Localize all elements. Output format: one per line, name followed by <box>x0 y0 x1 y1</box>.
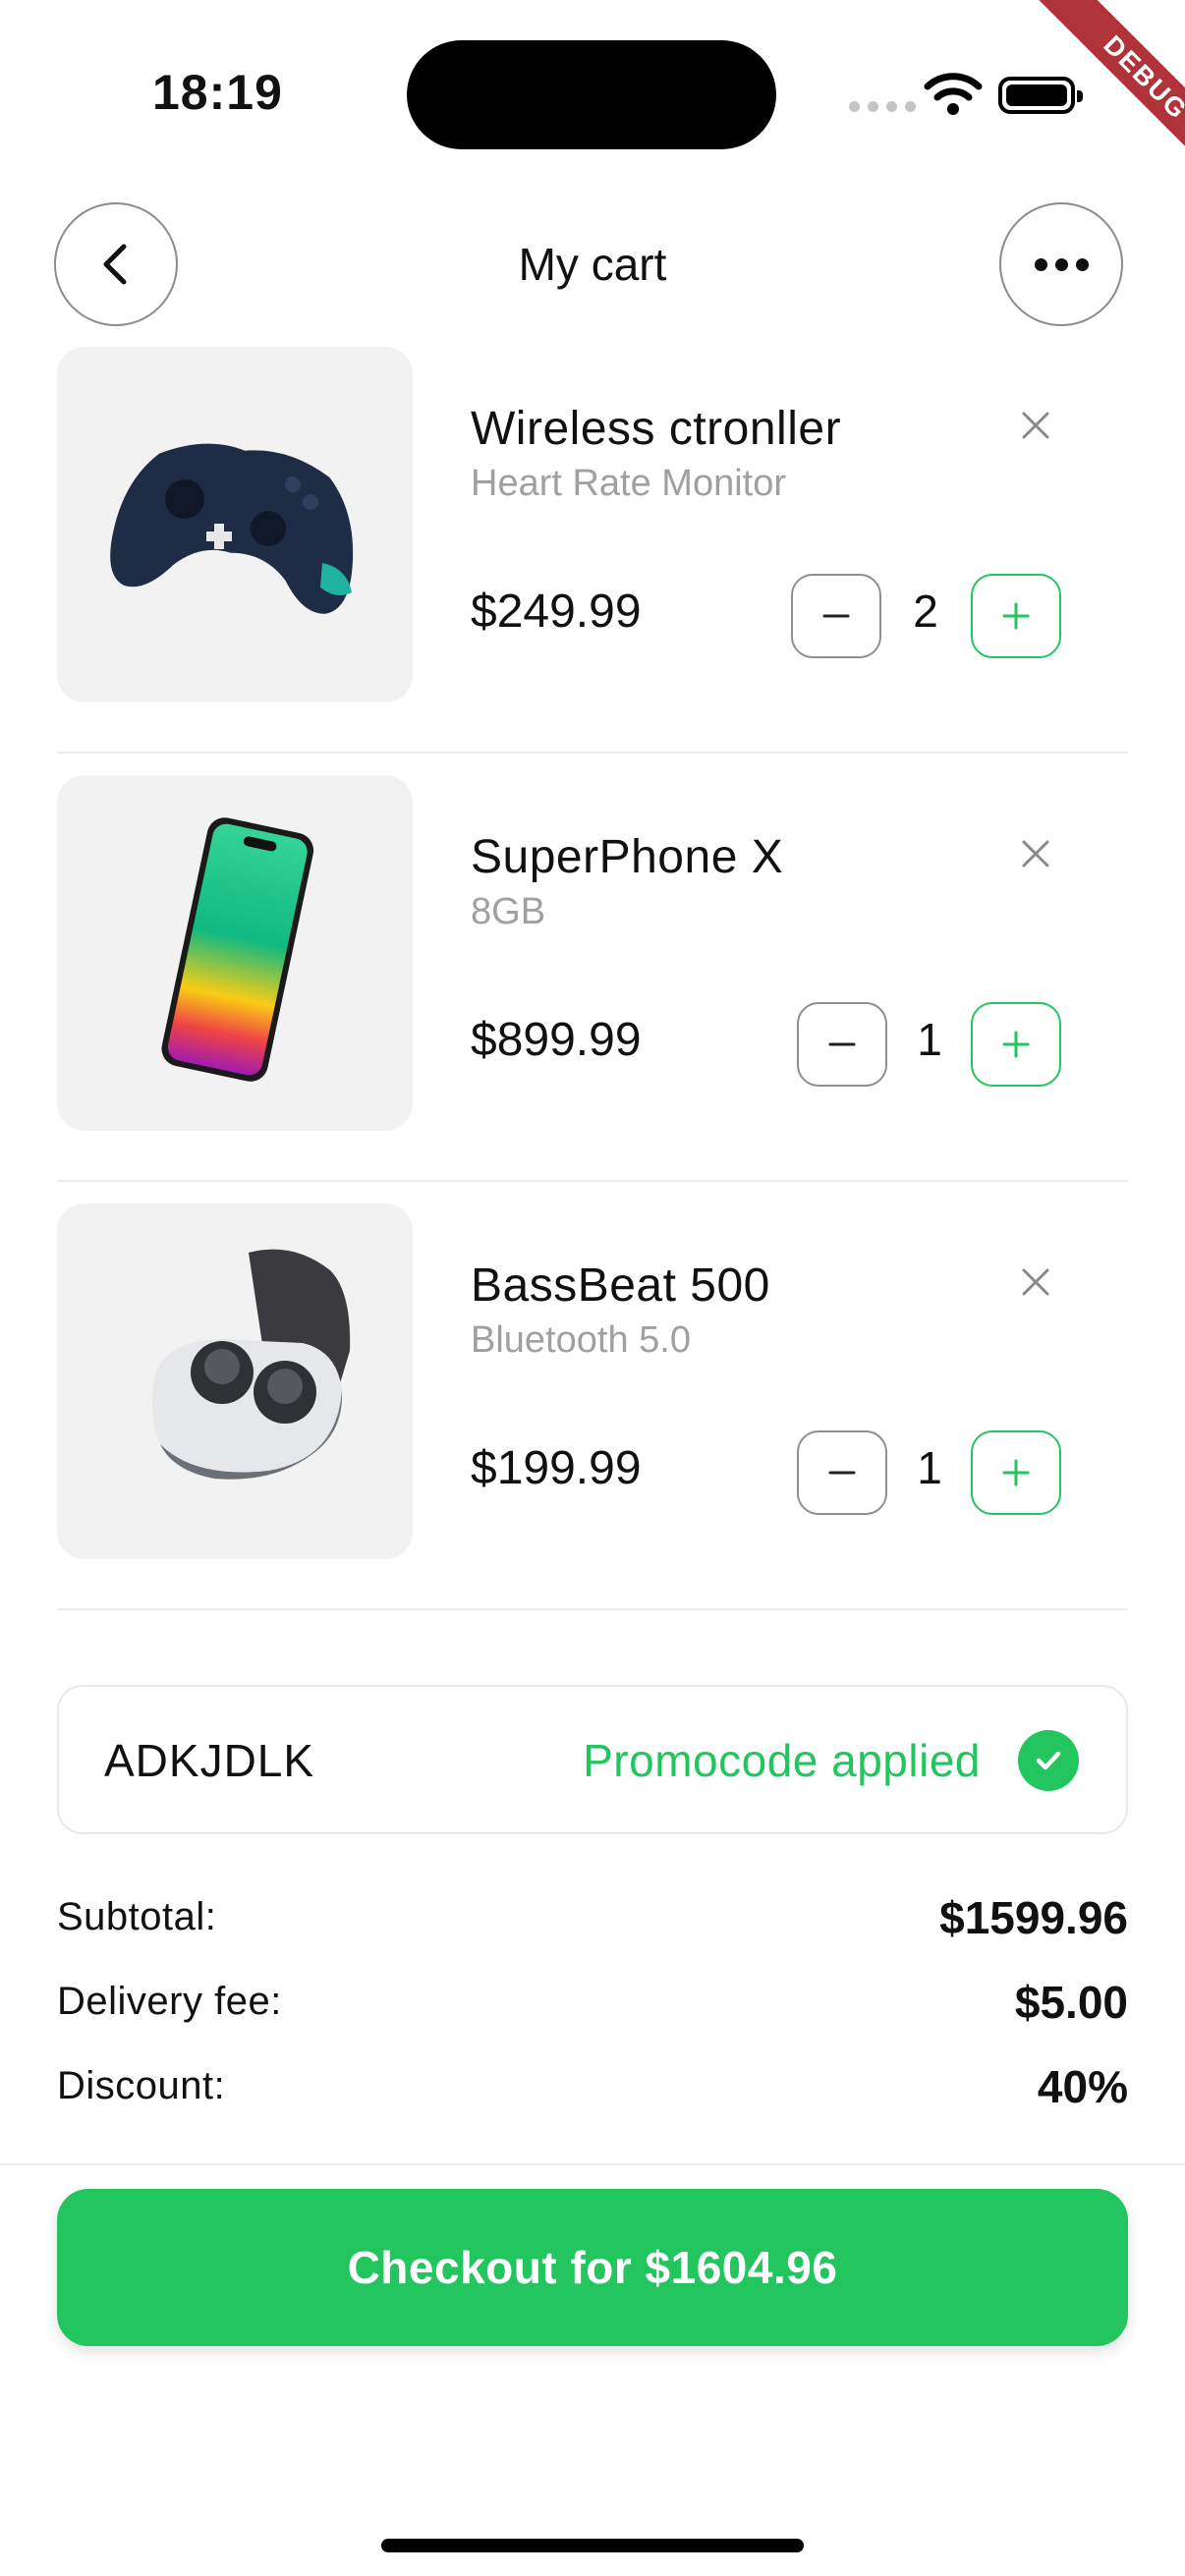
promocode-field[interactable]: ADKJDLK Promocode applied <box>57 1685 1128 1834</box>
delivery-fee-label: Delivery fee: <box>57 1980 282 2023</box>
remove-item-button[interactable] <box>1014 404 1057 447</box>
product-variant: Heart Rate Monitor <box>471 463 787 504</box>
cart-item: Wireless ctronller Heart Rate Monitor $2… <box>57 347 1128 702</box>
product-image-controller <box>57 347 413 702</box>
check-circle-icon <box>1018 1730 1079 1791</box>
discount-label: Discount: <box>57 2064 226 2107</box>
more-options-button[interactable] <box>999 202 1123 326</box>
divider <box>0 2163 1185 2165</box>
product-name: Wireless ctronller <box>471 403 842 455</box>
increase-quantity-button[interactable] <box>971 574 1061 658</box>
smartphone-icon <box>161 817 314 1082</box>
debug-banner-label: DEBUG <box>1027 0 1185 196</box>
divider <box>57 752 1128 754</box>
plus-icon <box>1002 602 1030 630</box>
divider <box>57 1608 1128 1610</box>
product-image-phone <box>57 775 413 1131</box>
product-image-earbuds <box>57 1204 413 1559</box>
debug-banner: DEBUG <box>988 0 1185 196</box>
remove-item-button[interactable] <box>1014 832 1057 875</box>
minus-icon <box>822 614 850 618</box>
subtotal-value: $1599.96 <box>939 1892 1128 1943</box>
home-indicator[interactable] <box>381 2539 804 2552</box>
product-variant: 8GB <box>471 891 546 932</box>
increase-quantity-button[interactable] <box>971 1002 1061 1087</box>
gamepad-icon <box>110 443 354 614</box>
minus-icon <box>828 1042 856 1046</box>
divider <box>57 1180 1128 1182</box>
more-horizontal-icon <box>1034 257 1089 271</box>
subtotal-label: Subtotal: <box>57 1895 217 1938</box>
quantity-value: 1 <box>917 1442 942 1493</box>
product-name: BassBeat 500 <box>471 1260 770 1312</box>
decrease-quantity-button[interactable] <box>791 574 881 658</box>
product-name: SuperPhone X <box>471 831 784 883</box>
minus-icon <box>828 1471 856 1475</box>
cart-item: SuperPhone X 8GB $899.99 1 <box>57 775 1128 1131</box>
decrease-quantity-button[interactable] <box>797 1002 887 1087</box>
increase-quantity-button[interactable] <box>971 1430 1061 1515</box>
product-price: $199.99 <box>471 1442 642 1494</box>
product-price: $899.99 <box>471 1014 642 1066</box>
cart-item: BassBeat 500 Bluetooth 5.0 $199.99 1 <box>57 1204 1128 1559</box>
product-price: $249.99 <box>471 586 642 638</box>
plus-icon <box>1002 1459 1030 1486</box>
quantity-value: 1 <box>917 1014 942 1065</box>
quantity-value: 2 <box>913 586 938 637</box>
delivery-fee-value: $5.00 <box>1014 1977 1128 2028</box>
wifi-icon <box>924 73 983 115</box>
product-variant: Bluetooth 5.0 <box>471 1319 691 1361</box>
plus-icon <box>1002 1031 1030 1058</box>
discount-value: 40% <box>1037 2061 1128 2112</box>
status-time: 18:19 <box>152 65 283 120</box>
promocode-value: ADKJDLK <box>104 1735 315 1786</box>
checkout-button[interactable]: Checkout for $1604.96 <box>57 2189 1128 2346</box>
decrease-quantity-button[interactable] <box>797 1430 887 1515</box>
promocode-status: Promocode applied <box>583 1735 981 1786</box>
remove-item-button[interactable] <box>1014 1260 1057 1304</box>
earbuds-icon <box>151 1249 351 1480</box>
dynamic-island <box>407 40 776 149</box>
cellular-signal-icon <box>849 101 916 112</box>
